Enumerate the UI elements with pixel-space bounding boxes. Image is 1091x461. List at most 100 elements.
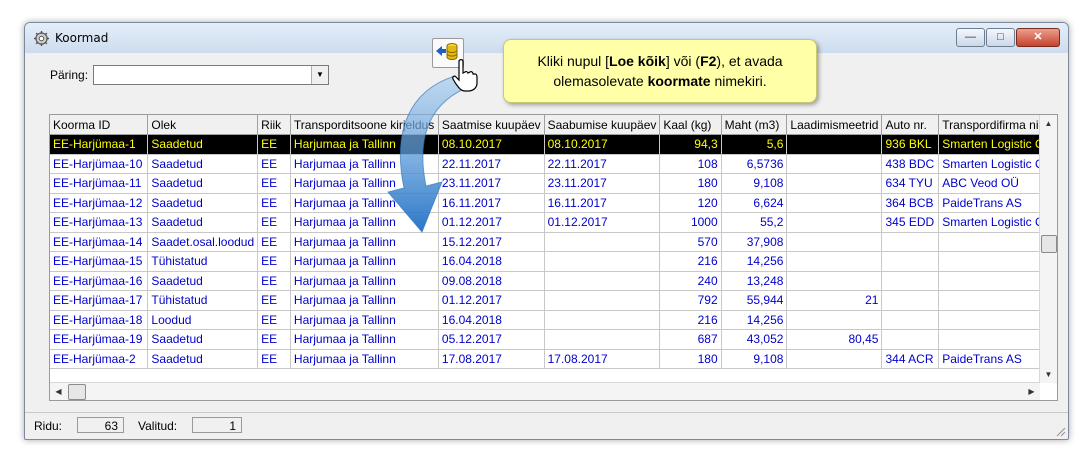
table-row[interactable]: EE-Harjümaa-19 Saadetud EE Harjumaa ja Tall… (50, 329, 1057, 350)
chevron-down-icon[interactable]: ▼ (311, 66, 328, 84)
hand-pointer-icon (452, 59, 478, 92)
table-cell: 21 (786, 290, 883, 311)
column-header[interactable]: Koorma ID (50, 115, 149, 135)
loads-grid[interactable]: Koorma ID Olek Riik Transporditsoone kirjel… (49, 114, 1058, 401)
scroll-left-icon[interactable]: ◀ (50, 383, 67, 400)
table-row[interactable]: EE-Harjümaa-17 Tühistatud EE Harjumaa ja Ta… (50, 290, 1057, 311)
table-cell: EE (257, 154, 291, 174)
table-row[interactable]: EE-Harjümaa-16 Saadetud EE Harjumaa ja Tall… (50, 271, 1057, 291)
table-cell: 216 (659, 251, 722, 272)
table-cell: 17.08.2017 (438, 349, 545, 369)
table-row[interactable]: EE-Harjümaa-18 Loodud EE Harjumaa ja Tallin… (50, 310, 1057, 330)
column-header[interactable]: Olek (147, 115, 259, 135)
column-header[interactable]: Maht (m3) (721, 115, 788, 135)
scroll-up-icon[interactable]: ▲ (1040, 115, 1057, 132)
table-cell (544, 251, 661, 272)
table-cell: 9,108 (721, 173, 788, 194)
hint-bold-koormate: koormate (647, 73, 711, 89)
rows-label: Ridu: (34, 419, 63, 433)
table-cell (881, 232, 940, 252)
table-row[interactable]: EE-Harjümaa-14 Saadet.osal.loodud EE Harjum… (50, 232, 1057, 252)
table-cell: 01.12.2017 (438, 212, 545, 233)
column-header[interactable]: Transporditsoone kirjeldus (290, 115, 439, 135)
vertical-scrollbar[interactable]: ▲ ▼ (1039, 115, 1057, 383)
table-cell: EE (257, 134, 291, 155)
table-cell: Harjumaa ja Tallinn (290, 173, 439, 194)
table-cell: EE-Harjümaa-13 (50, 212, 149, 233)
table-cell (786, 134, 883, 155)
table-row[interactable]: EE-Harjümaa-15 Tühistatud EE Harjumaa ja Ta… (50, 251, 1057, 272)
table-cell: 120 (659, 193, 722, 213)
table-cell: 94,3 (659, 134, 722, 155)
column-header[interactable]: Saatmise kuupäev (438, 115, 545, 135)
column-header[interactable]: Kaal (kg) (659, 115, 722, 135)
table-cell: EE-Harjümaa-1 (50, 134, 149, 155)
table-cell: 16.11.2017 (544, 193, 661, 213)
table-cell: EE-Harjümaa-15 (50, 251, 149, 272)
table-cell (544, 310, 661, 330)
hint-text: nimekiri. (710, 73, 767, 89)
column-header[interactable]: Auto nr. (881, 115, 940, 135)
horizontal-scroll-thumb[interactable] (68, 384, 86, 400)
query-select[interactable]: ▼ (93, 65, 329, 85)
resize-grip-icon[interactable] (1054, 425, 1066, 437)
table-cell: Saadetud (147, 154, 259, 174)
table-cell: 180 (659, 349, 722, 369)
table-cell: 43,052 (721, 329, 788, 350)
table-cell: 01.12.2017 (544, 212, 661, 233)
table-cell: EE (257, 212, 291, 233)
horizontal-scrollbar[interactable]: ◀ ▶ (50, 382, 1040, 400)
table-cell: 687 (659, 329, 722, 350)
table-cell: EE-Harjümaa-12 (50, 193, 149, 213)
table-cell (786, 212, 883, 233)
close-button[interactable]: ✕ (1016, 28, 1060, 47)
hint-line-1: Kliki nupul [Loe kõik] või (F2), et avad… (504, 51, 816, 71)
hint-text: ] või ( (665, 53, 701, 69)
table-row[interactable]: EE-Harjümaa-2 Saadetud EE Harjumaa ja Talli… (50, 349, 1057, 369)
table-row[interactable]: EE-Harjümaa-13 Saadetud EE Harjumaa ja Tall… (50, 212, 1057, 233)
table-cell: 344 ACR (881, 349, 940, 369)
minimize-button[interactable]: — (956, 28, 985, 47)
table-cell: 05.12.2017 (438, 329, 545, 350)
loads-table: Koorma ID Olek Riik Transporditsoone kirjel… (50, 115, 1057, 369)
table-cell: Saadetud (147, 173, 259, 194)
table-cell: Harjumaa ja Tallinn (290, 232, 439, 252)
column-header[interactable]: Riik (257, 115, 291, 135)
table-cell: Saadetud (147, 329, 259, 350)
table-cell: 16.04.2018 (438, 310, 545, 330)
table-cell: EE (257, 329, 291, 350)
table-cell (881, 329, 940, 350)
table-row[interactable]: EE-Harjümaa-1 Saadetud EE Harjumaa ja Talli… (50, 134, 1057, 155)
table-cell: Harjumaa ja Tallinn (290, 134, 439, 155)
table-row[interactable]: EE-Harjümaa-12 Saadetud EE Harjumaa ja Tall… (50, 193, 1057, 213)
table-cell: 55,2 (721, 212, 788, 233)
maximize-button[interactable]: □ (986, 28, 1015, 47)
column-header[interactable]: Saabumise kuupäev (544, 115, 661, 135)
table-cell: 09.08.2018 (438, 271, 545, 291)
table-cell: 240 (659, 271, 722, 291)
table-cell: Saadet.osal.loodud (147, 232, 259, 252)
table-cell: Harjumaa ja Tallinn (290, 154, 439, 174)
table-cell: 14,256 (721, 251, 788, 272)
table-cell: EE-Harjümaa-18 (50, 310, 149, 330)
scroll-down-icon[interactable]: ▼ (1040, 366, 1057, 383)
table-cell (544, 271, 661, 291)
table-cell: Harjumaa ja Tallinn (290, 193, 439, 213)
table-row[interactable]: EE-Harjümaa-11 Saadetud EE Harjumaa ja Tall… (50, 173, 1057, 194)
table-cell: 16.04.2018 (438, 251, 545, 272)
scroll-right-icon[interactable]: ▶ (1023, 383, 1040, 400)
column-header[interactable]: Laadimismeetrid (786, 115, 883, 135)
table-cell (786, 154, 883, 174)
table-cell: 13,248 (721, 271, 788, 291)
table-cell: 6,624 (721, 193, 788, 213)
table-row[interactable]: EE-Harjümaa-10 Saadetud EE Harjumaa ja Tall… (50, 154, 1057, 174)
table-cell: Harjumaa ja Tallinn (290, 310, 439, 330)
table-cell: 108 (659, 154, 722, 174)
table-cell (786, 251, 883, 272)
vertical-scroll-thumb[interactable] (1041, 235, 1057, 253)
table-cell: Harjumaa ja Tallinn (290, 349, 439, 369)
table-cell: 22.11.2017 (438, 154, 545, 174)
table-cell: 55,944 (721, 290, 788, 311)
table-cell: EE (257, 232, 291, 252)
table-cell: 80,45 (786, 329, 883, 350)
